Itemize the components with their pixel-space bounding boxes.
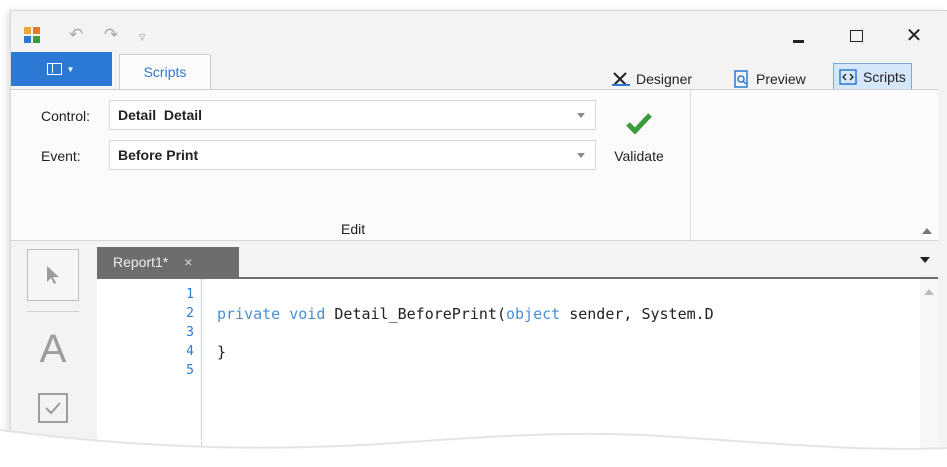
control-combobox[interactable]: Detail Detail bbox=[109, 100, 596, 130]
keyword: void bbox=[289, 305, 326, 323]
line-number-gutter: 1 2 3 4 5 bbox=[97, 279, 202, 467]
code-text: Detail_BeforePrint( bbox=[325, 305, 506, 323]
preview-label: Preview bbox=[756, 70, 806, 87]
chevron-down-icon bbox=[577, 113, 585, 118]
toolbox-separator bbox=[27, 311, 79, 312]
designer-label: Designer bbox=[636, 70, 693, 87]
document-tab-strip: Report1* × bbox=[97, 243, 938, 277]
pointer-icon bbox=[47, 266, 59, 284]
keyword: object bbox=[506, 305, 561, 323]
ribbon-group-separator bbox=[690, 90, 691, 242]
preview-view-button[interactable]: Preview bbox=[729, 65, 811, 92]
collapse-ribbon-icon[interactable] bbox=[922, 228, 932, 234]
scripts-icon bbox=[839, 68, 857, 85]
event-combobox[interactable]: Before Print bbox=[109, 140, 596, 170]
undo-arrow-icon[interactable]: ↶ bbox=[69, 25, 83, 45]
tab-scripts[interactable]: Scripts bbox=[119, 54, 211, 89]
checkbox-tool-button[interactable] bbox=[38, 393, 68, 423]
preview-icon bbox=[734, 69, 750, 88]
app-window: ↶ ↷ ▿ ✕ ▼ Scripts Designer Preview Scrip… bbox=[10, 10, 947, 467]
ribbon-group-label: Edit bbox=[341, 221, 366, 237]
close-icon: ✕ bbox=[905, 25, 923, 47]
designer-view-button[interactable]: Designer bbox=[607, 65, 697, 92]
file-menu-button[interactable]: ▼ bbox=[11, 52, 112, 86]
app-icon bbox=[24, 27, 40, 43]
scripts-label: Scripts bbox=[863, 68, 906, 85]
close-tab-icon[interactable]: × bbox=[184, 254, 192, 270]
keyword: private bbox=[217, 305, 281, 323]
event-label: Event: bbox=[41, 148, 81, 164]
minimize-button[interactable] bbox=[781, 23, 815, 49]
line-number: 1 bbox=[186, 287, 194, 302]
script-editor[interactable]: 1 2 3 4 5 private void Detail_BeforePrin… bbox=[97, 277, 938, 467]
line-number: 3 bbox=[186, 325, 194, 340]
chevron-down-icon bbox=[577, 153, 585, 158]
pointer-tool-button[interactable] bbox=[27, 249, 79, 301]
vertical-scrollbar[interactable] bbox=[920, 279, 938, 467]
document-tab-title: Report1* bbox=[113, 254, 169, 270]
file-menu-icon bbox=[46, 63, 62, 75]
chevron-down-icon: ▼ bbox=[66, 64, 75, 74]
line-number: 5 bbox=[186, 363, 194, 378]
control-label: Control: bbox=[41, 108, 91, 124]
maximize-button[interactable] bbox=[839, 23, 873, 49]
maximize-icon bbox=[849, 30, 863, 42]
validate-label: Validate bbox=[614, 148, 664, 164]
tab-report1[interactable]: Report1* × bbox=[97, 247, 239, 277]
control-value: Detail Detail bbox=[118, 107, 203, 123]
line-number: 4 bbox=[186, 344, 194, 359]
scripts-view-button[interactable]: Scripts bbox=[833, 63, 912, 90]
code-text: sender, System.D bbox=[560, 305, 714, 323]
validate-button[interactable]: Validate bbox=[604, 112, 674, 188]
checkmark-icon bbox=[626, 113, 652, 134]
line-number: 2 bbox=[186, 306, 194, 321]
scroll-up-icon[interactable] bbox=[924, 289, 934, 295]
text-tool-icon: A bbox=[39, 327, 67, 371]
gutter-divider bbox=[201, 279, 202, 467]
toolbox: A bbox=[11, 243, 97, 458]
code-line-4: } bbox=[217, 343, 227, 361]
code-line-2: private void Detail_BeforePrint(object s… bbox=[217, 305, 714, 323]
label-tool-button[interactable]: A bbox=[11, 325, 95, 373]
customize-quick-access-icon[interactable]: ▿ bbox=[139, 27, 146, 47]
checkbox-icon bbox=[45, 402, 61, 415]
ribbon-panel: Control: Detail Detail Event: Before Pri… bbox=[11, 89, 938, 242]
event-value: Before Print bbox=[118, 147, 199, 163]
designer-icon bbox=[612, 71, 630, 87]
redo-arrow-icon[interactable]: ↷ bbox=[104, 25, 118, 45]
minimize-icon bbox=[792, 39, 804, 43]
tab-list-dropdown-icon[interactable] bbox=[920, 257, 930, 263]
close-button[interactable]: ✕ bbox=[897, 23, 931, 49]
